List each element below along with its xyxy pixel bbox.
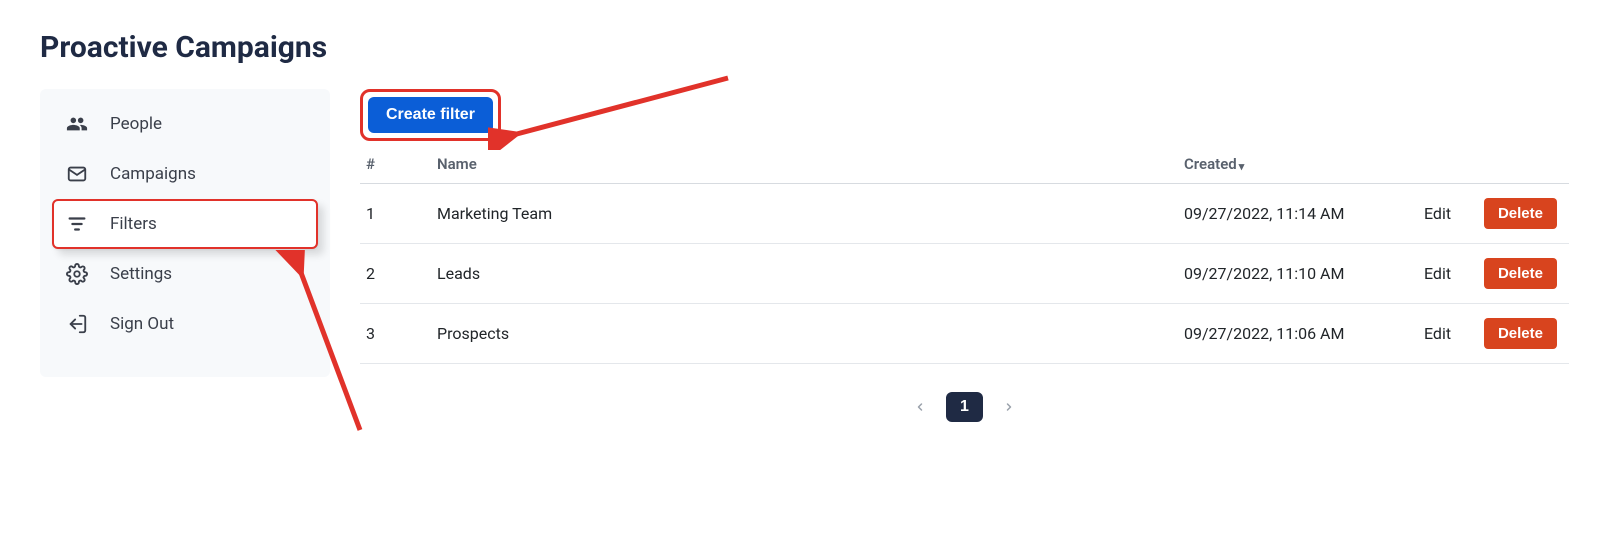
sidebar: People Campaigns Filters Settings: [40, 89, 330, 377]
envelope-icon: [66, 163, 88, 185]
pager-next-button[interactable]: [995, 393, 1023, 422]
pager-page-current[interactable]: 1: [946, 392, 983, 422]
chevron-right-icon: [1003, 401, 1015, 413]
sidebar-item-campaigns[interactable]: Campaigns: [52, 149, 318, 199]
row-created: 09/27/2022, 11:14 AM: [1172, 184, 1412, 244]
row-index: 1: [360, 184, 425, 244]
main-content: Create filter # Name Created▾: [330, 89, 1569, 422]
row-name: Leads: [425, 244, 1172, 304]
col-header-index[interactable]: #: [360, 147, 425, 184]
gear-icon: [66, 263, 88, 285]
delete-button[interactable]: Delete: [1484, 198, 1557, 229]
col-header-delete: [1472, 147, 1569, 184]
sort-desc-icon: ▾: [1239, 160, 1245, 173]
delete-button[interactable]: Delete: [1484, 318, 1557, 349]
sidebar-item-settings[interactable]: Settings: [52, 249, 318, 299]
people-icon: [66, 113, 88, 135]
row-name: Marketing Team: [425, 184, 1172, 244]
sidebar-item-filters[interactable]: Filters: [52, 199, 318, 249]
sidebar-item-label: Campaigns: [110, 164, 304, 184]
col-header-edit: [1412, 147, 1472, 184]
sidebar-item-label: Sign Out: [110, 314, 304, 334]
sidebar-item-label: Filters: [110, 214, 304, 234]
filters-table: # Name Created▾ 1 Marketing Team 09/27/2…: [360, 147, 1569, 364]
create-filter-highlight: Create filter: [360, 89, 501, 141]
sign-out-icon: [66, 313, 88, 335]
col-header-name[interactable]: Name: [425, 147, 1172, 184]
edit-link[interactable]: Edit: [1424, 264, 1451, 283]
table-row: 2 Leads 09/27/2022, 11:10 AM Edit Delete: [360, 244, 1569, 304]
table-row: 1 Marketing Team 09/27/2022, 11:14 AM Ed…: [360, 184, 1569, 244]
row-created: 09/27/2022, 11:10 AM: [1172, 244, 1412, 304]
sidebar-item-label: Settings: [110, 264, 304, 284]
row-name: Prospects: [425, 304, 1172, 364]
sidebar-item-label: People: [110, 114, 304, 134]
edit-link[interactable]: Edit: [1424, 204, 1451, 223]
edit-link[interactable]: Edit: [1424, 324, 1451, 343]
filter-icon: [66, 213, 88, 235]
page-title: Proactive Campaigns: [40, 30, 1569, 65]
sidebar-item-people[interactable]: People: [52, 99, 318, 149]
delete-button[interactable]: Delete: [1484, 258, 1557, 289]
create-filter-button[interactable]: Create filter: [368, 97, 493, 133]
row-created: 09/27/2022, 11:06 AM: [1172, 304, 1412, 364]
table-row: 3 Prospects 09/27/2022, 11:06 AM Edit De…: [360, 304, 1569, 364]
sidebar-item-sign-out[interactable]: Sign Out: [52, 299, 318, 349]
row-index: 2: [360, 244, 425, 304]
chevron-left-icon: [914, 401, 926, 413]
pagination: 1: [360, 392, 1569, 422]
pager-prev-button[interactable]: [906, 393, 934, 422]
col-header-created[interactable]: Created▾: [1172, 147, 1412, 184]
row-index: 3: [360, 304, 425, 364]
